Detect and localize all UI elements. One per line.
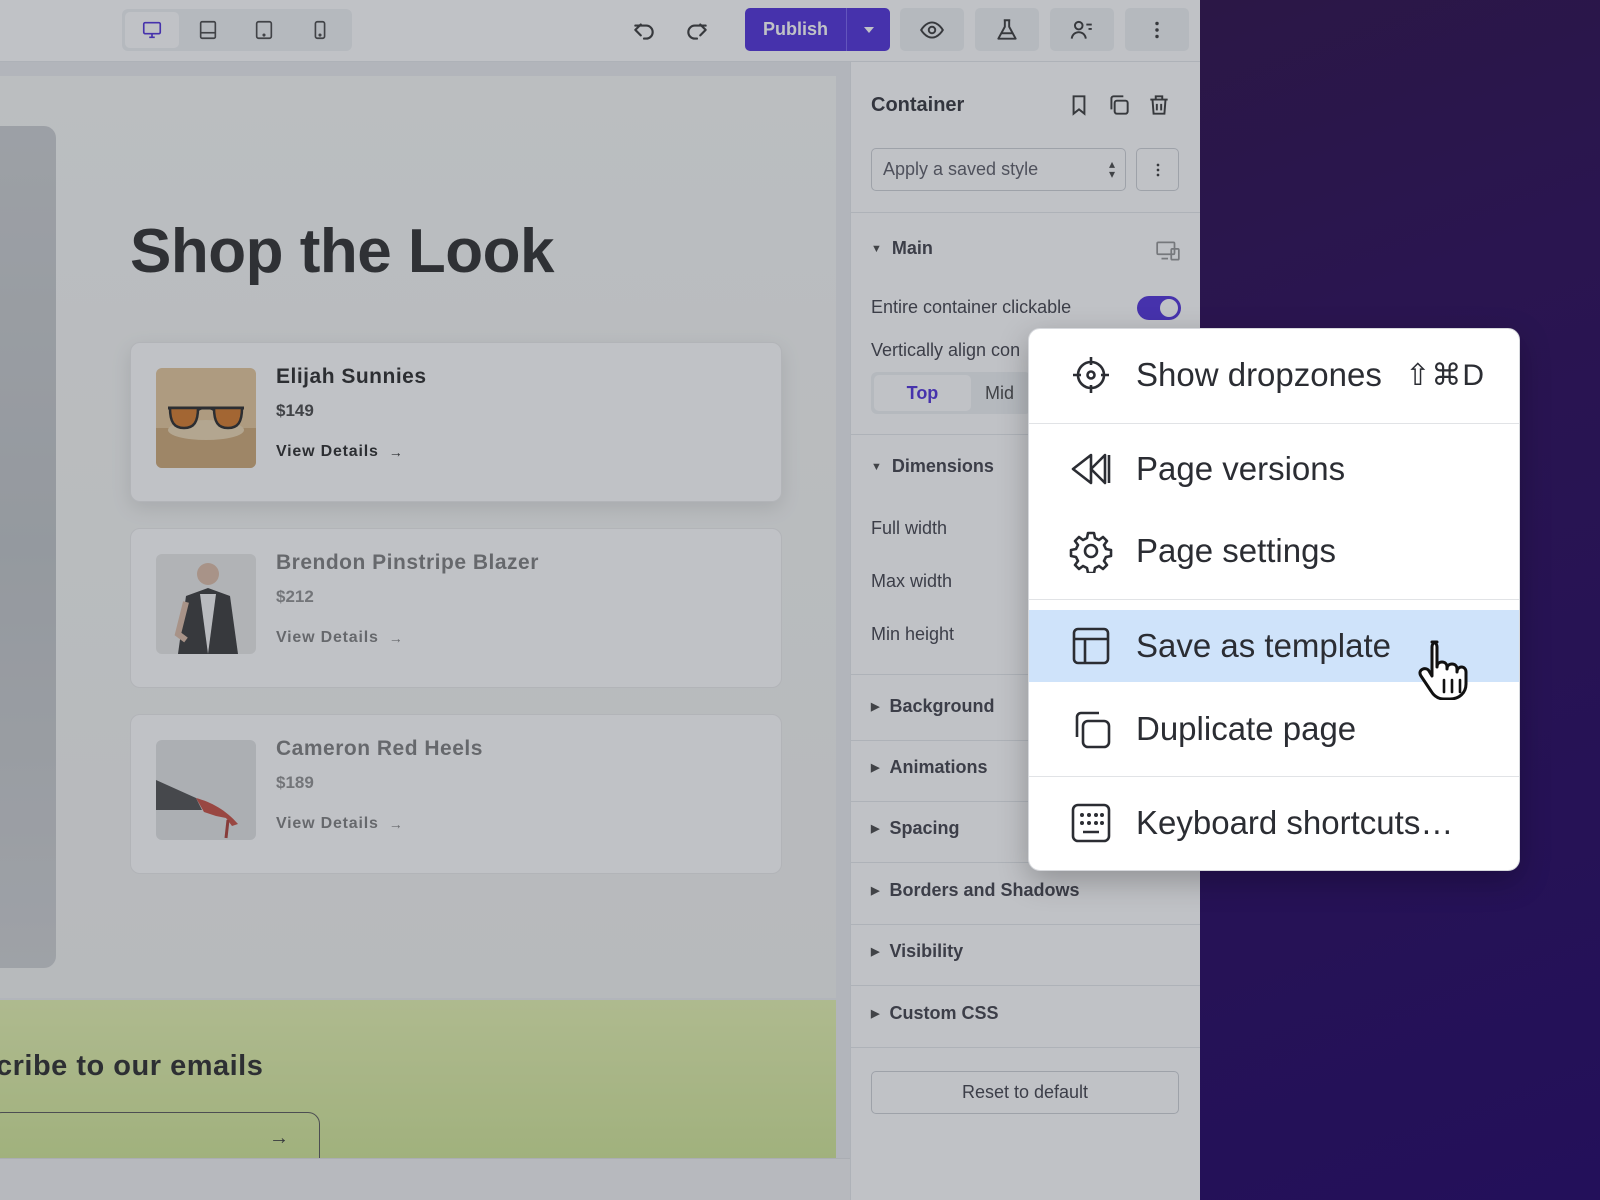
rewind-icon <box>1069 447 1113 491</box>
menu-item-label: Page versions <box>1136 450 1346 487</box>
editor-app: Publish Shop the Look Elijah Sunnies $14… <box>0 0 1200 1200</box>
menu-separator <box>1029 423 1519 424</box>
menu-item-page-settings[interactable]: Page settings <box>1029 515 1519 587</box>
keyboard-shortcut: ⇧⌘D <box>1405 358 1485 392</box>
menu-item-page-versions[interactable]: Page versions <box>1029 433 1519 505</box>
menu-item-keyboard-shortcuts[interactable]: Keyboard shortcuts… <box>1029 787 1519 859</box>
modal-dim-overlay[interactable] <box>0 0 1200 1200</box>
hand-pointer-cursor-icon <box>1418 640 1468 700</box>
gear-icon <box>1069 529 1113 575</box>
menu-separator <box>1029 599 1519 600</box>
menu-item-duplicate-page[interactable]: Duplicate page <box>1029 693 1519 765</box>
menu-item-label: Save as template <box>1136 627 1391 664</box>
menu-item-label: Page settings <box>1136 532 1336 569</box>
duplicate-icon <box>1069 707 1113 751</box>
template-icon <box>1069 624 1113 668</box>
menu-separator <box>1029 776 1519 777</box>
keyboard-icon <box>1069 801 1113 845</box>
menu-item-label: Show dropzones <box>1136 356 1382 393</box>
crosshair-icon <box>1069 353 1113 397</box>
more-options-menu: Show dropzones ⇧⌘D Page versions Page se… <box>1028 328 1520 871</box>
menu-item-show-dropzones[interactable]: Show dropzones ⇧⌘D <box>1029 339 1519 411</box>
menu-item-label: Duplicate page <box>1136 710 1357 747</box>
menu-item-label: Keyboard shortcuts… <box>1136 804 1454 841</box>
